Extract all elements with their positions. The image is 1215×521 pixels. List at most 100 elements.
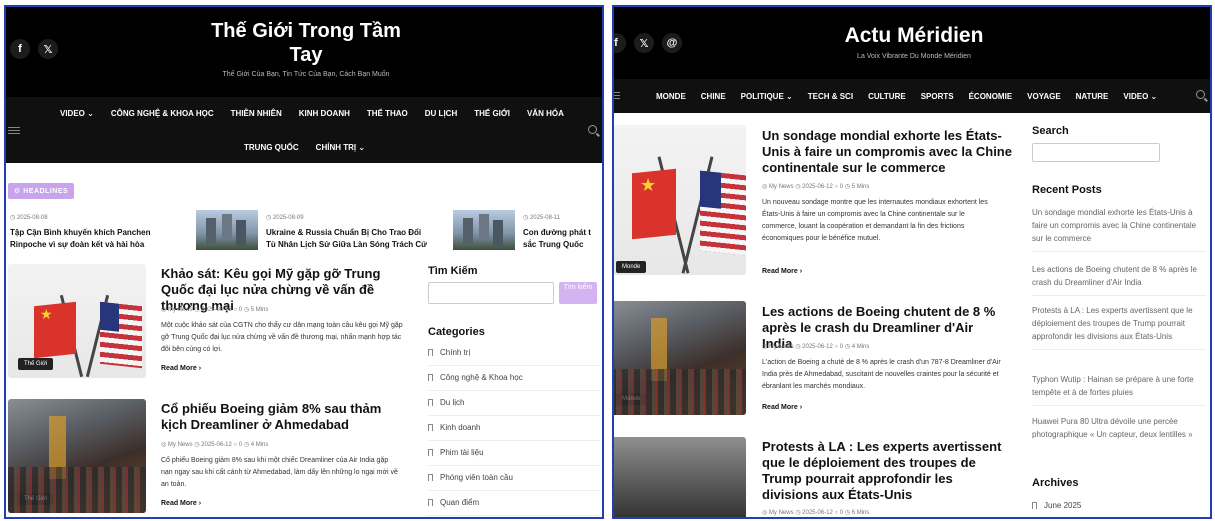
article-title[interactable]: Protests à LA : Les experts avertissent … <box>762 439 1007 503</box>
facebook-icon[interactable]: f <box>10 39 30 59</box>
category-label: Du lịch <box>440 398 465 407</box>
social-links: f 𝕏 <box>10 39 58 59</box>
headline-title-line1: Tập Cận Bình khuyến khích Panchen <box>10 228 151 237</box>
recent-posts-heading: Recent Posts <box>1032 184 1102 196</box>
nav-item-sports[interactable]: SPORTS <box>921 92 954 101</box>
recent-post-link[interactable]: Typhon Wutip : Hainan se prépare à une f… <box>1032 373 1206 406</box>
article-title[interactable]: Un sondage mondial exhorte les États-Uni… <box>762 128 1012 176</box>
article-image-flags[interactable]: ★ Thế Giới <box>8 264 146 378</box>
search-icon[interactable] <box>588 125 597 134</box>
nav-item-world[interactable]: THẾ GIỚI <box>474 109 510 118</box>
facebook-icon[interactable]: f <box>614 33 626 53</box>
site-title-line2: Tay <box>289 44 323 66</box>
article-image-flags[interactable]: ★ Monde <box>614 125 746 275</box>
recent-post-link[interactable]: Les actions de Boeing chutent de 8 % apr… <box>1032 263 1206 296</box>
headline-item[interactable]: ◷ 2025-08-11 Con đường phát t sắc Trung … <box>523 212 602 251</box>
nav-item-nature[interactable]: NATURE <box>1076 92 1109 101</box>
category-link[interactable]: Công nghệ & Khoa học <box>428 373 600 391</box>
search-input[interactable] <box>1032 143 1160 162</box>
nav-item-monde[interactable]: MONDE <box>656 92 686 101</box>
nav-item-business[interactable]: KINH DOANH <box>299 109 350 118</box>
nav-item-chine[interactable]: CHINE <box>701 92 726 101</box>
category-link[interactable]: Kinh doanh <box>428 423 600 441</box>
read-more-link[interactable]: Read More › <box>762 404 802 411</box>
nav-item-nature[interactable]: THIÊN NHIÊN <box>231 109 282 118</box>
nav-item-travel[interactable]: DU LỊCH <box>425 109 457 118</box>
article-excerpt: Cổ phiếu Boeing giảm 8% sau khi một chiế… <box>161 457 398 488</box>
category-link[interactable]: Phóng viên toàn cầu <box>428 473 600 491</box>
article-meta: ◎ My News ◷ 2025-06-12 ○ 0 ◷ 6 Mins <box>762 510 870 516</box>
threads-icon[interactable]: @ <box>662 33 682 53</box>
headline-item[interactable]: ◷ 2025-08-08 Tập Cận Bình khuyến khích P… <box>10 212 190 251</box>
archives-heading: Archives <box>1032 477 1079 489</box>
article-meta: ◎ My News ◷ 2025-06-12 ○ 0 ◷ 4 Mins <box>762 344 870 350</box>
category-tag[interactable]: Thế Giới <box>18 493 54 505</box>
category-tag[interactable]: Thế Giới <box>18 358 54 370</box>
nav-item-culture[interactable]: VĂN HÓA <box>527 109 564 118</box>
nav-item-politics[interactable]: CHÍNH TRỊ ⌄ <box>316 143 365 152</box>
nav-item-politique[interactable]: POLITIQUE ⌄ <box>741 92 793 101</box>
category-link[interactable]: Chính trị <box>428 348 600 366</box>
us-flag <box>100 301 142 369</box>
read-more-link[interactable]: Read More › <box>161 365 201 372</box>
bookmark-icon <box>428 499 433 506</box>
category-label: Kinh doanh <box>440 423 481 432</box>
category-link[interactable]: Phim tài liệu <box>428 448 600 466</box>
nav-item-voyage[interactable]: VOYAGE <box>1027 92 1061 101</box>
bookmark-icon <box>428 374 433 381</box>
x-twitter-icon[interactable]: 𝕏 <box>38 39 58 59</box>
article-image-crash[interactable]: Thế Giới <box>8 399 146 513</box>
search-input[interactable] <box>428 282 554 304</box>
headline-item[interactable]: ◷ 2025-08-09 Ukraine & Russia Chuẩn Bị C… <box>266 212 451 251</box>
headline-thumbnail[interactable] <box>453 210 515 250</box>
nav-item-sports[interactable]: THỂ THAO <box>367 109 408 118</box>
category-label: Chính trị <box>440 348 471 357</box>
nav-item-china[interactable]: TRUNG QUỐC <box>244 143 299 152</box>
flag-star-icon: ★ <box>640 175 657 195</box>
main-nav: MONDE CHINE POLITIQUE ⌄ TECH & SCI CULTU… <box>614 79 1210 113</box>
search-button[interactable]: Tìm kiếm <box>559 282 597 304</box>
bookmark-icon <box>428 399 433 406</box>
menu-icon[interactable] <box>8 127 20 134</box>
archive-link[interactable]: June 2025 <box>1032 501 1206 517</box>
recent-post-link[interactable]: Huawei Pura 80 Ultra dévoile une percée … <box>1032 415 1206 447</box>
flag-star-icon: ★ <box>40 306 53 322</box>
category-tag[interactable]: Monde <box>616 261 647 273</box>
x-twitter-icon[interactable]: 𝕏 <box>634 33 654 53</box>
headline-thumbnail[interactable] <box>196 210 258 250</box>
category-tag[interactable]: Monde <box>616 393 647 405</box>
category-label: Công nghệ & Khoa học <box>440 373 523 382</box>
site-title[interactable]: Actu Méridien <box>764 23 1064 49</box>
nav-item-video[interactable]: VIDEO ⌄ <box>60 109 94 118</box>
nav-item-economie[interactable]: ÉCONOMIE <box>969 92 1013 101</box>
article-excerpt: L'action de Boeing a chuté de 8 % après … <box>762 359 1001 390</box>
bookmark-icon <box>428 474 433 481</box>
bookmark-icon <box>1032 502 1037 509</box>
recent-post-link[interactable]: Un sondage mondial exhorte les États-Uni… <box>1032 206 1206 252</box>
article-image-crash[interactable]: Monde <box>614 301 746 415</box>
search-icon[interactable] <box>1196 90 1205 99</box>
category-link[interactable]: Du lịch <box>428 398 600 416</box>
category-link[interactable]: Quan điểm <box>428 498 600 516</box>
site-title[interactable]: Thế Giới Trong Tầm Tay <box>156 19 456 67</box>
menu-icon[interactable] <box>614 92 620 99</box>
read-more-link[interactable]: Read More › <box>762 268 802 275</box>
headline-title-line2: Rinpoche vì sự đoàn kết và hài hòa <box>10 240 145 249</box>
article-meta: ◎ My News ◷ 2025-06-12 ○ 0 ◷ 5 Mins <box>161 307 269 313</box>
recent-post-link[interactable]: Protests à LA : Les experts avertissent … <box>1032 304 1206 350</box>
headline-title-line2: Tù Nhân Lịch Sử Giữa Làn Sóng Trách Cứ <box>266 240 427 249</box>
bookmark-icon <box>428 449 433 456</box>
nav-item-tech-sci[interactable]: TECH & SCI <box>808 92 853 101</box>
nav-item-video[interactable]: VIDEO ⌄ <box>1123 92 1157 101</box>
nav-item-tech-science[interactable]: CÔNG NGHỆ & KHOA HỌC <box>111 109 214 118</box>
read-more-link[interactable]: Read More › <box>161 500 201 507</box>
headline-title-line2: sắc Trung Quốc <box>523 240 584 249</box>
article-image-protest[interactable] <box>614 437 746 517</box>
site-header: f 𝕏 Thế Giới Trong Tầm Tay Thế Giới Của … <box>6 7 602 97</box>
sidebar-search-heading: Tìm Kiếm <box>428 265 478 277</box>
bookmark-icon <box>428 424 433 431</box>
nav-item-culture[interactable]: CULTURE <box>868 92 906 101</box>
category-label: Phim tài liệu <box>440 448 484 457</box>
main-nav: VIDEO ⌄ CÔNG NGHỆ & KHOA HỌC THIÊN NHIÊN… <box>6 97 602 163</box>
article-title[interactable]: Cổ phiếu Boeing giảm 8% sau thảm kịch Dr… <box>161 401 406 433</box>
